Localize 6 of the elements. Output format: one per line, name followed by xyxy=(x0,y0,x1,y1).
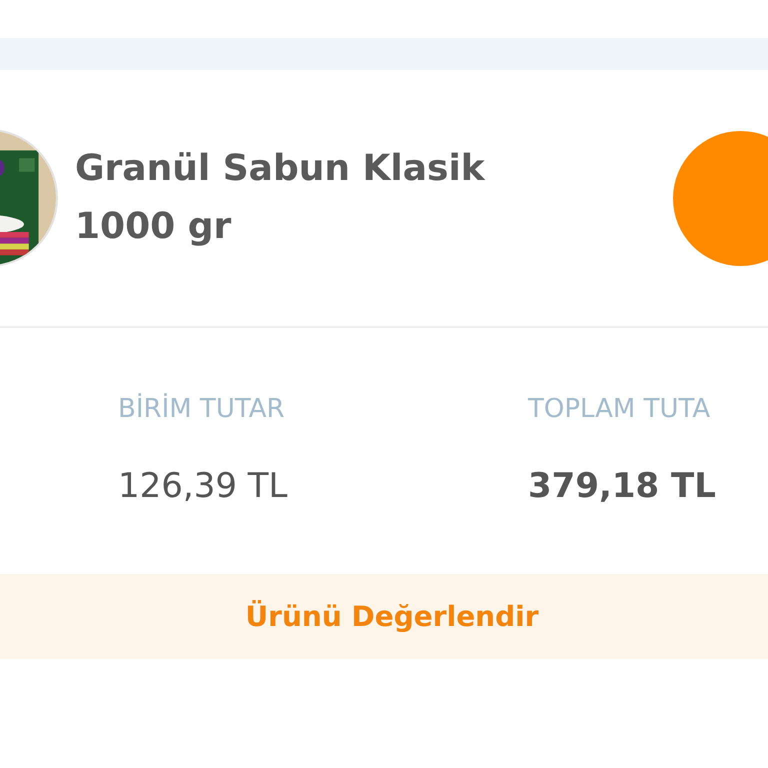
price-value: 126,39 TL xyxy=(118,466,288,506)
price-label: BİRİM TUTAR xyxy=(118,394,286,424)
price-value: 379,18 TL xyxy=(528,466,717,506)
review-button[interactable]: Ürünü Değerlendir xyxy=(0,574,768,659)
product-title: Granül Sabun Klasik 1000 gr xyxy=(75,147,486,249)
price-label: TOPLAM TUTA xyxy=(528,394,712,424)
